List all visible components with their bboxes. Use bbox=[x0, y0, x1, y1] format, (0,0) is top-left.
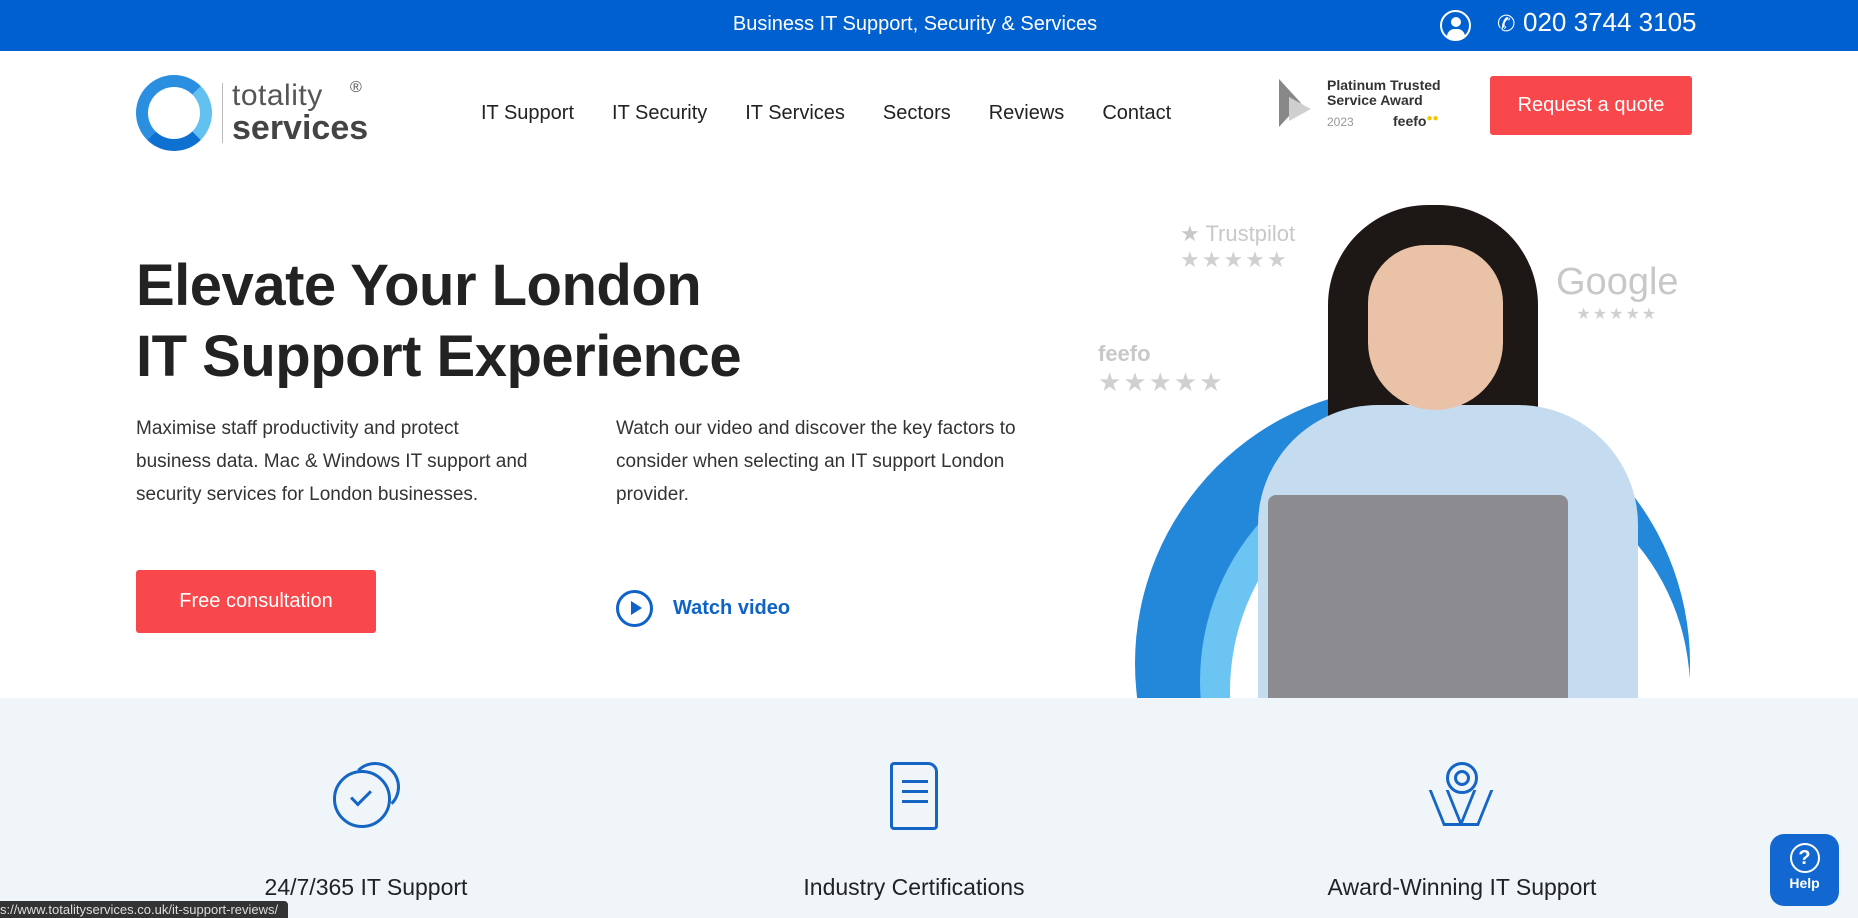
free-consultation-button[interactable]: Free consultation bbox=[136, 570, 376, 633]
award-ribbon-icon bbox=[1422, 756, 1502, 836]
person-with-headset bbox=[1258, 205, 1638, 698]
phone-number: 020 3744 3105 bbox=[1523, 7, 1697, 37]
logo-text-line1: totality bbox=[232, 79, 323, 112]
site-header: totality ® services IT Support IT Securi… bbox=[0, 51, 1858, 171]
phone-icon: ✆ bbox=[1497, 11, 1516, 36]
nav-sectors[interactable]: Sectors bbox=[883, 102, 951, 125]
hero-section: Elevate Your London IT Support Experience… bbox=[0, 171, 1858, 698]
logo-ring-icon bbox=[136, 75, 212, 151]
nav-reviews[interactable]: Reviews bbox=[989, 102, 1065, 125]
nav-it-support[interactable]: IT Support bbox=[481, 102, 574, 125]
certificate-scroll-icon bbox=[874, 756, 954, 836]
help-label: Help bbox=[1789, 875, 1820, 891]
feefo-award-badge: Platinum Trusted Service Award 2023 feef… bbox=[1279, 73, 1459, 137]
logo-text-line2: services bbox=[232, 109, 369, 147]
hero-lead: Maximise staff productivity and protect … bbox=[136, 418, 528, 505]
watch-video-link[interactable]: Watch video bbox=[616, 589, 790, 627]
feefo-badge: feefo ★★★★★ bbox=[1098, 341, 1225, 397]
hero-video-text: Watch our video and discover the key fac… bbox=[616, 418, 1016, 505]
feature-label: 24/7/365 IT Support bbox=[264, 874, 468, 900]
status-bar-url: s://www.totalityservices.co.uk/it-suppor… bbox=[0, 901, 289, 918]
help-widget-button[interactable]: ? Help bbox=[1770, 834, 1839, 906]
nav-it-services[interactable]: IT Services bbox=[745, 102, 845, 125]
hero-heading: Elevate Your London IT Support Experience bbox=[136, 253, 742, 389]
phone-link[interactable]: ✆ 020 3744 3105 bbox=[1497, 7, 1697, 38]
feature-label: Award-Winning IT Support bbox=[1327, 874, 1597, 900]
clock-check-icon bbox=[326, 756, 406, 836]
question-icon: ? bbox=[1789, 843, 1820, 873]
play-icon bbox=[616, 589, 653, 627]
request-quote-button[interactable]: Request a quote bbox=[1490, 76, 1692, 135]
award-title: Platinum Trusted Service Award bbox=[1327, 77, 1441, 108]
top-bar: Business IT Support, Security & Services… bbox=[0, 0, 1858, 51]
watch-video-label: Watch video bbox=[673, 596, 791, 619]
feature-label: Industry Certifications bbox=[803, 874, 1025, 900]
features-section: 24/7/365 IT Support Industry Certificati… bbox=[0, 698, 1858, 918]
main-nav: IT Support IT Security IT Services Secto… bbox=[481, 102, 1209, 125]
nav-contact[interactable]: Contact bbox=[1102, 102, 1171, 125]
user-circle-icon[interactable] bbox=[1440, 10, 1471, 41]
award-brand: feefo●● bbox=[1393, 113, 1439, 129]
feature-247-support: 24/7/365 IT Support bbox=[166, 756, 566, 901]
logo[interactable]: totality ® services bbox=[136, 75, 376, 155]
award-year: 2023 bbox=[1327, 115, 1354, 129]
feature-award-winning: Award-Winning IT Support bbox=[1262, 756, 1662, 901]
logo-registered-mark: ® bbox=[350, 79, 362, 96]
hero-image: ★ Trustpilot ★★★★★ feefo ★★★★★ Google ★★★★★ bbox=[1090, 201, 1690, 698]
nav-it-security[interactable]: IT Security bbox=[612, 102, 707, 125]
feature-certifications: Industry Certifications bbox=[714, 756, 1114, 901]
laptop bbox=[1268, 495, 1568, 698]
